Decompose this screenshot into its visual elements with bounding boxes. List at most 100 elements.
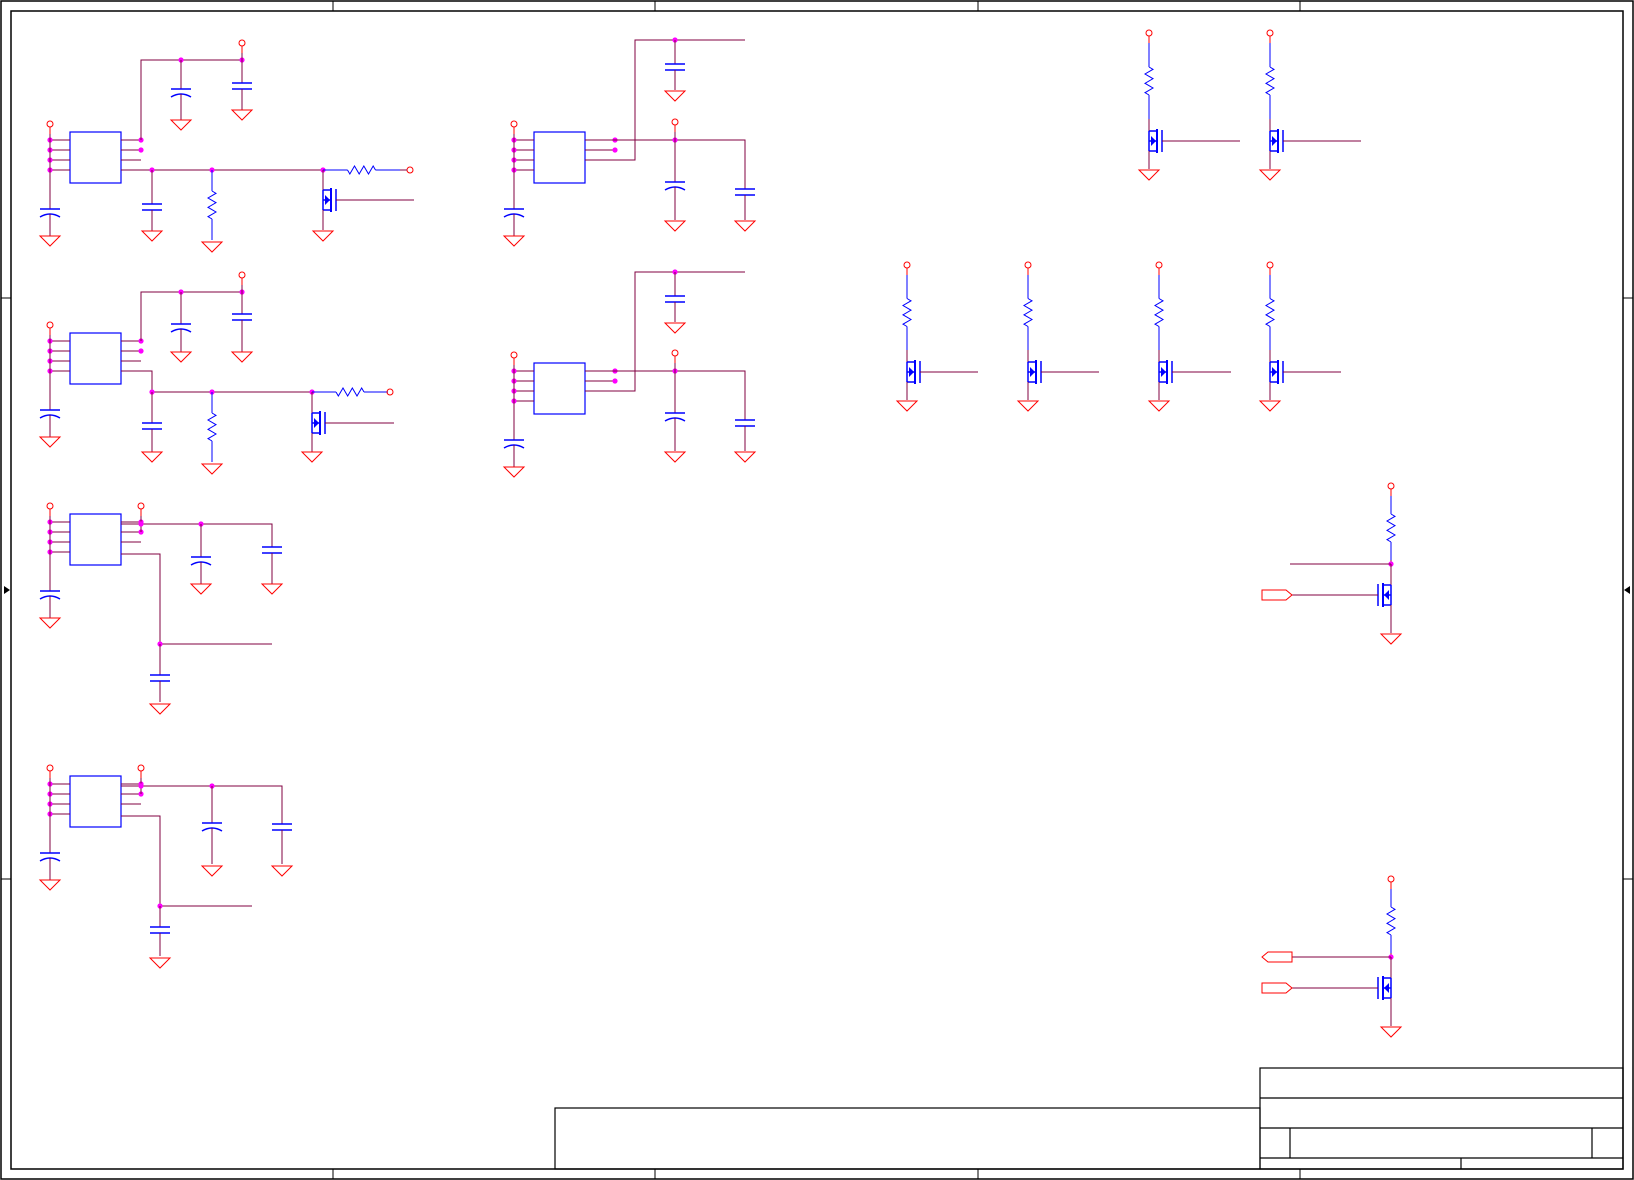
polarized-capacitor: [664, 173, 686, 197]
wire: [585, 370, 746, 413]
resistor: [1144, 43, 1154, 119]
power-port: [1266, 261, 1274, 275]
ground-symbol: [733, 220, 757, 232]
ground-symbol: [38, 617, 62, 629]
wire: [121, 815, 252, 907]
ground-symbol: [38, 235, 62, 247]
ground-symbol: [733, 451, 757, 463]
capacitor: [150, 918, 170, 942]
regulator-ic: [533, 362, 586, 415]
net-port: [1261, 589, 1293, 601]
ground-symbol: [1258, 400, 1282, 412]
resistor: [1023, 275, 1033, 350]
power-port: [46, 120, 54, 134]
nmos-transistor: [311, 411, 394, 435]
ground-symbol: [663, 220, 687, 232]
wire: [585, 139, 746, 182]
wire: [121, 523, 273, 540]
resistor: [1265, 43, 1275, 119]
wire: [140, 59, 242, 140]
ground-symbol: [200, 463, 224, 475]
power-port: [238, 271, 246, 285]
capacitor: [665, 287, 685, 311]
ground-symbol: [663, 90, 687, 102]
ground-symbol: [1379, 633, 1403, 645]
regulator-ic: [69, 513, 122, 566]
power-port: [137, 502, 145, 516]
nmos-transistor: [1269, 360, 1341, 384]
junction-dot: [138, 521, 144, 527]
nmos-transistor: [1148, 129, 1240, 153]
capacitor: [232, 305, 252, 329]
schematic-sheet: [0, 0, 1634, 1180]
ground-symbol: [260, 583, 284, 595]
capacitor: [142, 195, 162, 219]
power-port: [406, 166, 414, 174]
ground-symbol: [270, 865, 294, 877]
resistor: [1154, 275, 1164, 350]
junction-dot: [138, 348, 144, 354]
capacitor: [262, 538, 282, 562]
nmos-transistor: [1027, 360, 1099, 384]
resistor: [207, 392, 217, 462]
capacitor: [142, 414, 162, 438]
nmos-transistor: [1269, 129, 1361, 153]
power-port: [46, 502, 54, 516]
capacitor: [665, 55, 685, 79]
polarized-capacitor: [201, 814, 223, 838]
junction-dot: [138, 147, 144, 153]
ground-symbol: [502, 235, 526, 247]
ground-symbol: [200, 865, 224, 877]
ground-symbol: [663, 451, 687, 463]
power-port: [1387, 875, 1395, 889]
polarized-capacitor: [170, 80, 192, 104]
power-port: [46, 321, 54, 335]
wire: [121, 553, 272, 645]
regulator-ic: [533, 131, 586, 184]
capacitor: [735, 180, 755, 204]
power-port: [510, 351, 518, 365]
junction-dot: [612, 147, 618, 153]
polarized-capacitor: [39, 844, 61, 868]
resistor: [902, 275, 912, 350]
ground-symbol: [663, 322, 687, 334]
nmos-transistor: [1377, 976, 1392, 1000]
power-port: [137, 764, 145, 778]
title-block: [554, 1067, 1624, 1170]
capacitor: [150, 666, 170, 690]
power-port: [1155, 261, 1163, 275]
power-port: [238, 39, 246, 53]
ground-symbol: [200, 241, 224, 253]
sheet-frame: [0, 0, 1634, 1180]
power-port: [903, 261, 911, 275]
power-port: [46, 764, 54, 778]
ground-symbol: [140, 451, 164, 463]
ground-symbol: [38, 436, 62, 448]
ground-symbol: [230, 351, 254, 363]
ground-symbol: [895, 400, 919, 412]
net-port: [1261, 982, 1293, 994]
ground-symbol: [300, 451, 324, 463]
wire: [121, 370, 312, 393]
regulator-ic: [69, 332, 122, 385]
regulator-ic: [69, 775, 122, 828]
ground-symbol: [169, 351, 193, 363]
wire: [585, 271, 745, 392]
nmos-transistor: [1377, 583, 1392, 607]
nmos-transistor: [322, 188, 414, 212]
wire: [121, 785, 283, 815]
capacitor: [735, 411, 755, 435]
ground-symbol: [1137, 169, 1161, 181]
junction-dot: [612, 378, 618, 384]
ground-symbol: [148, 957, 172, 969]
power-port: [1266, 29, 1274, 43]
ground-symbol: [1016, 400, 1040, 412]
nmos-transistor: [906, 360, 978, 384]
polarized-capacitor: [503, 431, 525, 455]
polarized-capacitor: [39, 401, 61, 425]
power-port: [671, 349, 679, 363]
ground-symbol: [502, 466, 526, 478]
resistor: [323, 165, 400, 175]
ground-symbol: [1147, 400, 1171, 412]
polarized-capacitor: [190, 548, 212, 572]
